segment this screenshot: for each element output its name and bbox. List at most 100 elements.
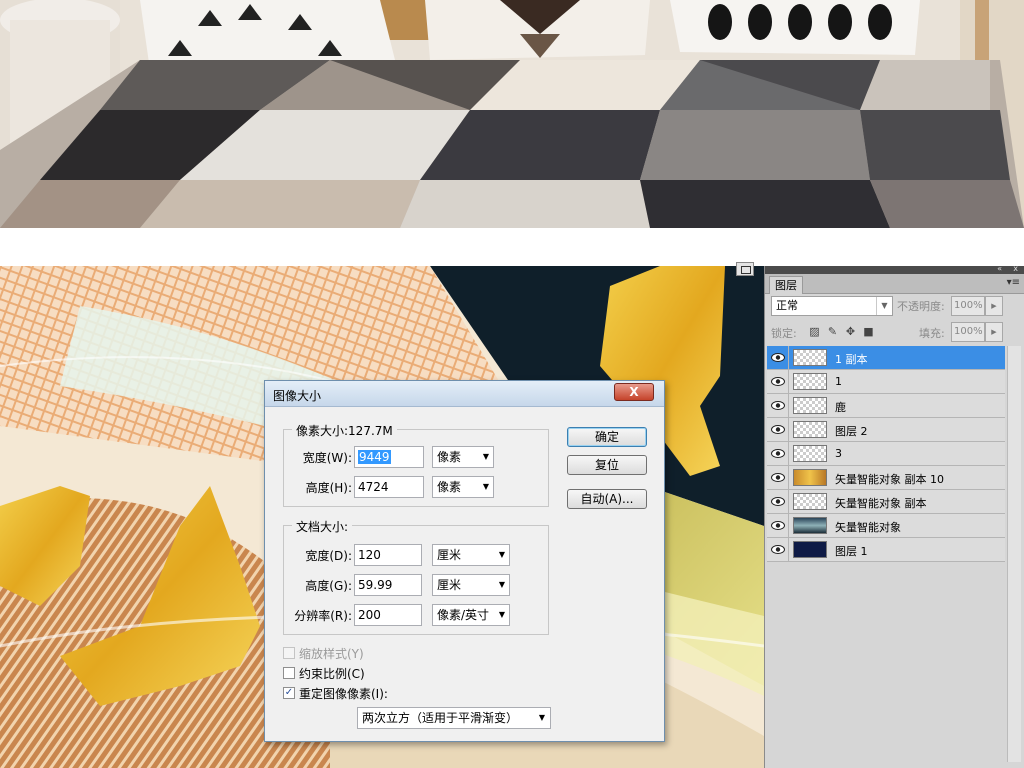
- layer-row[interactable]: 1 副本: [767, 346, 1005, 370]
- visibility-eye-icon[interactable]: [767, 370, 789, 393]
- resample-label: 重定图像像素(I):: [299, 687, 388, 701]
- chevron-down-icon: ▼: [498, 610, 505, 619]
- layer-thumbnail: [793, 373, 827, 390]
- visibility-eye-icon[interactable]: [767, 442, 789, 465]
- pixel-width-input[interactable]: 9449: [354, 446, 424, 468]
- layer-thumbnail: [793, 541, 827, 558]
- layer-name: 矢量智能对象 副本 10: [835, 473, 944, 486]
- layer-row[interactable]: 矢量智能对象: [767, 514, 1005, 538]
- screenshot-stage: « x 图层 ▾≡ 正常 ▼ 不透明度: 100% ▶ 锁定: ▨ ✎ ✥ ■ …: [0, 0, 1024, 768]
- layers-scrollbar[interactable]: [1007, 346, 1021, 762]
- lock-brush-icon[interactable]: ✎: [827, 326, 838, 337]
- constrain-proportions-checkbox[interactable]: [283, 667, 295, 679]
- layer-row[interactable]: 矢量智能对象 副本: [767, 490, 1005, 514]
- panel-title-strip: « x: [765, 265, 1024, 274]
- doc-height-unit-select[interactable]: 厘米 ▼: [432, 574, 510, 596]
- pixel-dimensions-title: 像素大小:127.7M: [292, 422, 397, 439]
- resolution-input[interactable]: 200: [354, 604, 422, 626]
- collapse-icon[interactable]: «: [997, 265, 1002, 273]
- layer-row[interactable]: 图层 1: [767, 538, 1005, 562]
- panel-tab-bar: 图层 ▾≡: [765, 274, 1024, 294]
- dialog-titlebar[interactable]: 图像大小 X: [265, 381, 664, 407]
- layer-name: 鹿: [835, 401, 846, 414]
- visibility-eye-icon[interactable]: [767, 490, 789, 513]
- pixel-dimensions-group: 像素大小:127.7M 宽度(W): 9449 像素 ▼ 高度(H): 4724 …: [283, 422, 549, 507]
- layer-row[interactable]: 鹿: [767, 394, 1005, 418]
- layer-thumbnail: [793, 493, 827, 510]
- doc-width-unit: 厘米: [437, 548, 462, 562]
- dialog-title: 图像大小: [273, 389, 322, 403]
- tab-layers[interactable]: 图层: [769, 276, 803, 294]
- layer-thumbnail: [793, 421, 827, 438]
- doc-width-unit-select[interactable]: 厘米 ▼: [432, 544, 510, 566]
- visibility-eye-icon[interactable]: [767, 538, 789, 561]
- visibility-eye-icon[interactable]: [767, 514, 789, 537]
- reset-button[interactable]: 复位: [567, 455, 647, 475]
- layer-name: 图层 2: [835, 425, 868, 438]
- scale-styles-checkbox[interactable]: [283, 647, 295, 659]
- lock-transparency-icon[interactable]: ▨: [809, 326, 820, 337]
- resample-checkbox[interactable]: ✓: [283, 687, 295, 699]
- chevron-down-icon: ▼: [498, 580, 505, 589]
- fill-label: 填充:: [919, 327, 945, 340]
- layer-row[interactable]: 图层 2: [767, 418, 1005, 442]
- layer-name: 矢量智能对象: [835, 521, 901, 534]
- image-size-dialog: 图像大小 X 像素大小:127.7M 宽度(W): 9449 像素 ▼ 高度(H)…: [264, 380, 665, 742]
- layer-thumbnail: [793, 445, 827, 462]
- fill-slider-button[interactable]: ▶: [985, 322, 1003, 342]
- panel-menu-icon[interactable]: ▾≡: [1007, 277, 1020, 288]
- layer-thumbnail: [793, 517, 827, 534]
- resample-method-select[interactable]: 两次立方（适用于平滑渐变） ▼: [357, 707, 551, 729]
- layer-row[interactable]: 1: [767, 370, 1005, 394]
- layer-thumbnail: [793, 469, 827, 486]
- resolution-unit: 像素/英寸: [437, 608, 490, 622]
- close-icon[interactable]: x: [1013, 265, 1018, 273]
- pixel-height-label: 高度(H):: [305, 481, 352, 495]
- pixel-height-input[interactable]: 4724: [354, 476, 424, 498]
- resolution-label: 分辨率(R):: [294, 609, 352, 623]
- close-button[interactable]: X: [614, 383, 654, 401]
- opacity-input[interactable]: 100%: [951, 296, 985, 316]
- pixel-width-unit-select[interactable]: 像素 ▼: [432, 446, 494, 468]
- pixel-width-label: 宽度(W):: [302, 451, 352, 465]
- canvas-mode-button[interactable]: [736, 262, 754, 276]
- blend-mode-select[interactable]: 正常 ▼: [771, 296, 893, 316]
- visibility-eye-icon[interactable]: [767, 346, 789, 369]
- visibility-eye-icon[interactable]: [767, 418, 789, 441]
- layer-name: 矢量智能对象 副本: [835, 497, 927, 510]
- doc-width-input[interactable]: 120: [354, 544, 422, 566]
- bedding-illustration: [0, 0, 1024, 228]
- resolution-unit-select[interactable]: 像素/英寸 ▼: [432, 604, 510, 626]
- layer-name: 1: [835, 375, 842, 388]
- layer-thumbnail: [793, 349, 827, 366]
- blend-row: 正常 ▼ 不透明度: 100% ▶: [771, 296, 1018, 316]
- layer-row[interactable]: 3: [767, 442, 1005, 466]
- layer-row[interactable]: 矢量智能对象 副本 10: [767, 466, 1005, 490]
- pixel-width-value: 9449: [358, 450, 391, 464]
- layers-panel: « x 图层 ▾≡ 正常 ▼ 不透明度: 100% ▶ 锁定: ▨ ✎ ✥ ■ …: [764, 265, 1024, 768]
- lock-move-icon[interactable]: ✥: [845, 326, 856, 337]
- resample-method-value: 两次立方（适用于平滑渐变）: [362, 711, 519, 725]
- doc-height-input[interactable]: 59.99: [354, 574, 422, 596]
- layer-name: 图层 1: [835, 545, 868, 558]
- scale-styles-label: 缩放样式(Y): [299, 647, 364, 661]
- pixel-height-unit: 像素: [437, 480, 462, 494]
- visibility-eye-icon[interactable]: [767, 466, 789, 489]
- doc-height-unit: 厘米: [437, 578, 462, 592]
- lock-all-icon[interactable]: ■: [863, 326, 874, 337]
- pixel-width-unit: 像素: [437, 450, 462, 464]
- opacity-slider-button[interactable]: ▶: [985, 296, 1003, 316]
- chevron-down-icon: ▼: [498, 550, 505, 559]
- fill-input[interactable]: 100%: [951, 322, 985, 342]
- bedroom-preview-image: [0, 0, 1024, 228]
- auto-button[interactable]: 自动(A)...: [567, 489, 647, 509]
- doc-width-label: 宽度(D):: [305, 549, 352, 563]
- visibility-eye-icon[interactable]: [767, 394, 789, 417]
- image-gap: [0, 228, 1024, 266]
- layer-thumbnail: [793, 397, 827, 414]
- constrain-proportions-label: 约束比例(C): [299, 667, 365, 681]
- ok-button[interactable]: 确定: [567, 427, 647, 447]
- document-size-group: 文档大小: 宽度(D): 120 厘米 ▼ 高度(G): 59.99 厘米 ▼ 分辨…: [283, 518, 549, 635]
- pixel-height-unit-select[interactable]: 像素 ▼: [432, 476, 494, 498]
- chevron-down-icon: ▼: [482, 482, 489, 491]
